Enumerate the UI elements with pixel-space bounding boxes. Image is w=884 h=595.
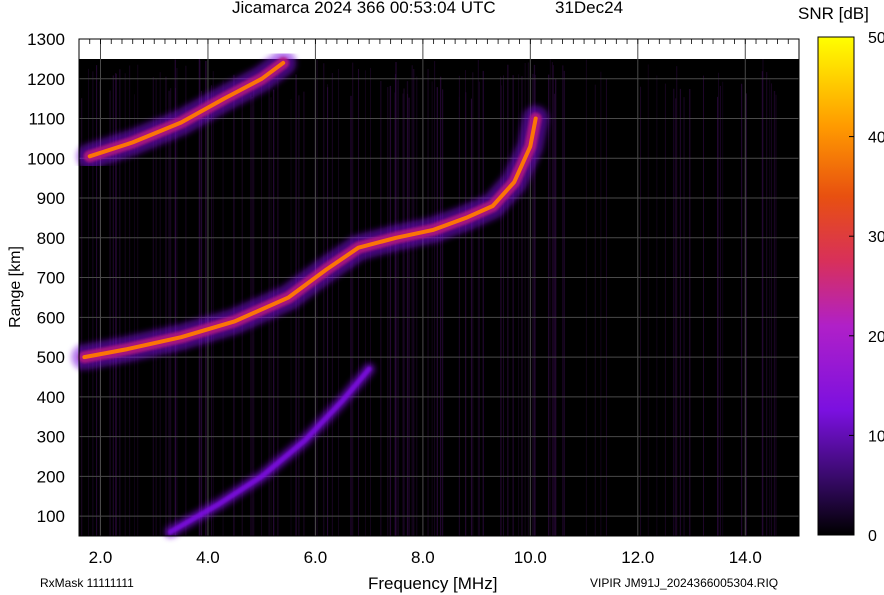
x-tick-label: 10.0 <box>514 548 547 567</box>
y-tick-label: 700 <box>37 269 65 288</box>
y-tick-label: 900 <box>37 189 65 208</box>
y-tick-label: 800 <box>37 229 65 248</box>
y-tick-label: 1100 <box>28 110 65 129</box>
y-tick-label: 1000 <box>27 149 65 168</box>
y-tick-label: 1300 <box>27 30 65 49</box>
y-tick-label: 1200 <box>27 70 65 89</box>
y-tick-label: 400 <box>37 388 65 407</box>
x-tick-label: 4.0 <box>196 548 220 567</box>
x-tick-label: 14.0 <box>729 548 762 567</box>
y-tick-label: 500 <box>37 348 65 367</box>
x-tick-label: 12.0 <box>621 548 654 567</box>
y-tick-label: 600 <box>37 308 65 327</box>
colorbar <box>817 36 855 536</box>
colorbar-tick-label: 30 <box>868 229 884 246</box>
colorbar-tick-label: 20 <box>868 329 884 346</box>
y-tick-label: 300 <box>37 428 65 447</box>
y-tick-label: 100 <box>37 507 65 526</box>
colorbar-tick-label: 10 <box>868 428 884 445</box>
plot-area: 2.0 4.0 6.0 8.0 10.0 12.0 14.01002003004005006… <box>27 30 884 567</box>
colorbar-tick-label: 50 <box>868 30 884 47</box>
ionogram-figure: Jicamarca 2024 366 00:53:04 UTC 31Dec24 … <box>0 0 884 595</box>
x-tick-label: 6.0 <box>304 548 328 567</box>
x-tick-label: 2.0 <box>89 548 113 567</box>
y-tick-label: 200 <box>37 467 65 486</box>
colorbar-tick-label: 0 <box>868 528 877 545</box>
x-tick-label: 8.0 <box>411 548 435 567</box>
colorbar-tick-label: 40 <box>868 130 884 147</box>
